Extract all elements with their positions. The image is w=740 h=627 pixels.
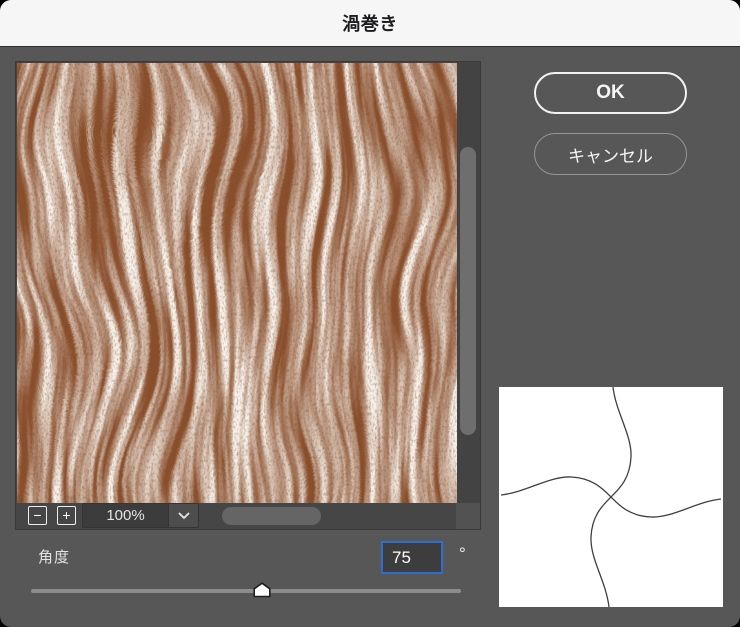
angle-slider-thumb[interactable] xyxy=(253,582,271,598)
vertical-scrollbar-thumb[interactable] xyxy=(460,147,476,435)
degree-unit: ° xyxy=(459,544,466,564)
cancel-button[interactable]: キャンセル xyxy=(534,133,687,175)
zoom-level-value: 100% xyxy=(83,504,168,527)
preview-vertical-scrollbar[interactable] xyxy=(457,63,480,503)
dialog-titlebar: 渦巻き xyxy=(0,0,740,47)
dialog-title: 渦巻き xyxy=(342,10,398,36)
twirl-direction-diagram xyxy=(499,387,723,607)
zoom-in-button[interactable]: + xyxy=(57,506,76,525)
preview-zoom-controls: − + 100% xyxy=(17,503,480,529)
twirl-arms-icon xyxy=(499,387,723,607)
twirl-filter-dialog: 渦巻き xyxy=(0,0,740,627)
preview-panel: − + 100% xyxy=(15,61,481,530)
ok-button[interactable]: OK xyxy=(534,72,687,114)
chevron-down-icon xyxy=(168,504,198,527)
scrollbar-corner xyxy=(456,503,480,529)
zoom-out-button[interactable]: − xyxy=(28,506,47,525)
woodgrain-texture xyxy=(17,63,457,503)
angle-label: 角度 xyxy=(38,546,70,567)
horizontal-scrollbar-thumb[interactable] xyxy=(222,507,321,525)
preview-image[interactable] xyxy=(17,63,457,503)
angle-slider[interactable] xyxy=(31,580,461,602)
angle-input[interactable] xyxy=(381,541,443,574)
zoom-level-dropdown[interactable]: 100% xyxy=(82,503,199,528)
angle-slider-track[interactable] xyxy=(31,589,461,593)
preview-horizontal-scrollbar[interactable] xyxy=(205,503,456,529)
